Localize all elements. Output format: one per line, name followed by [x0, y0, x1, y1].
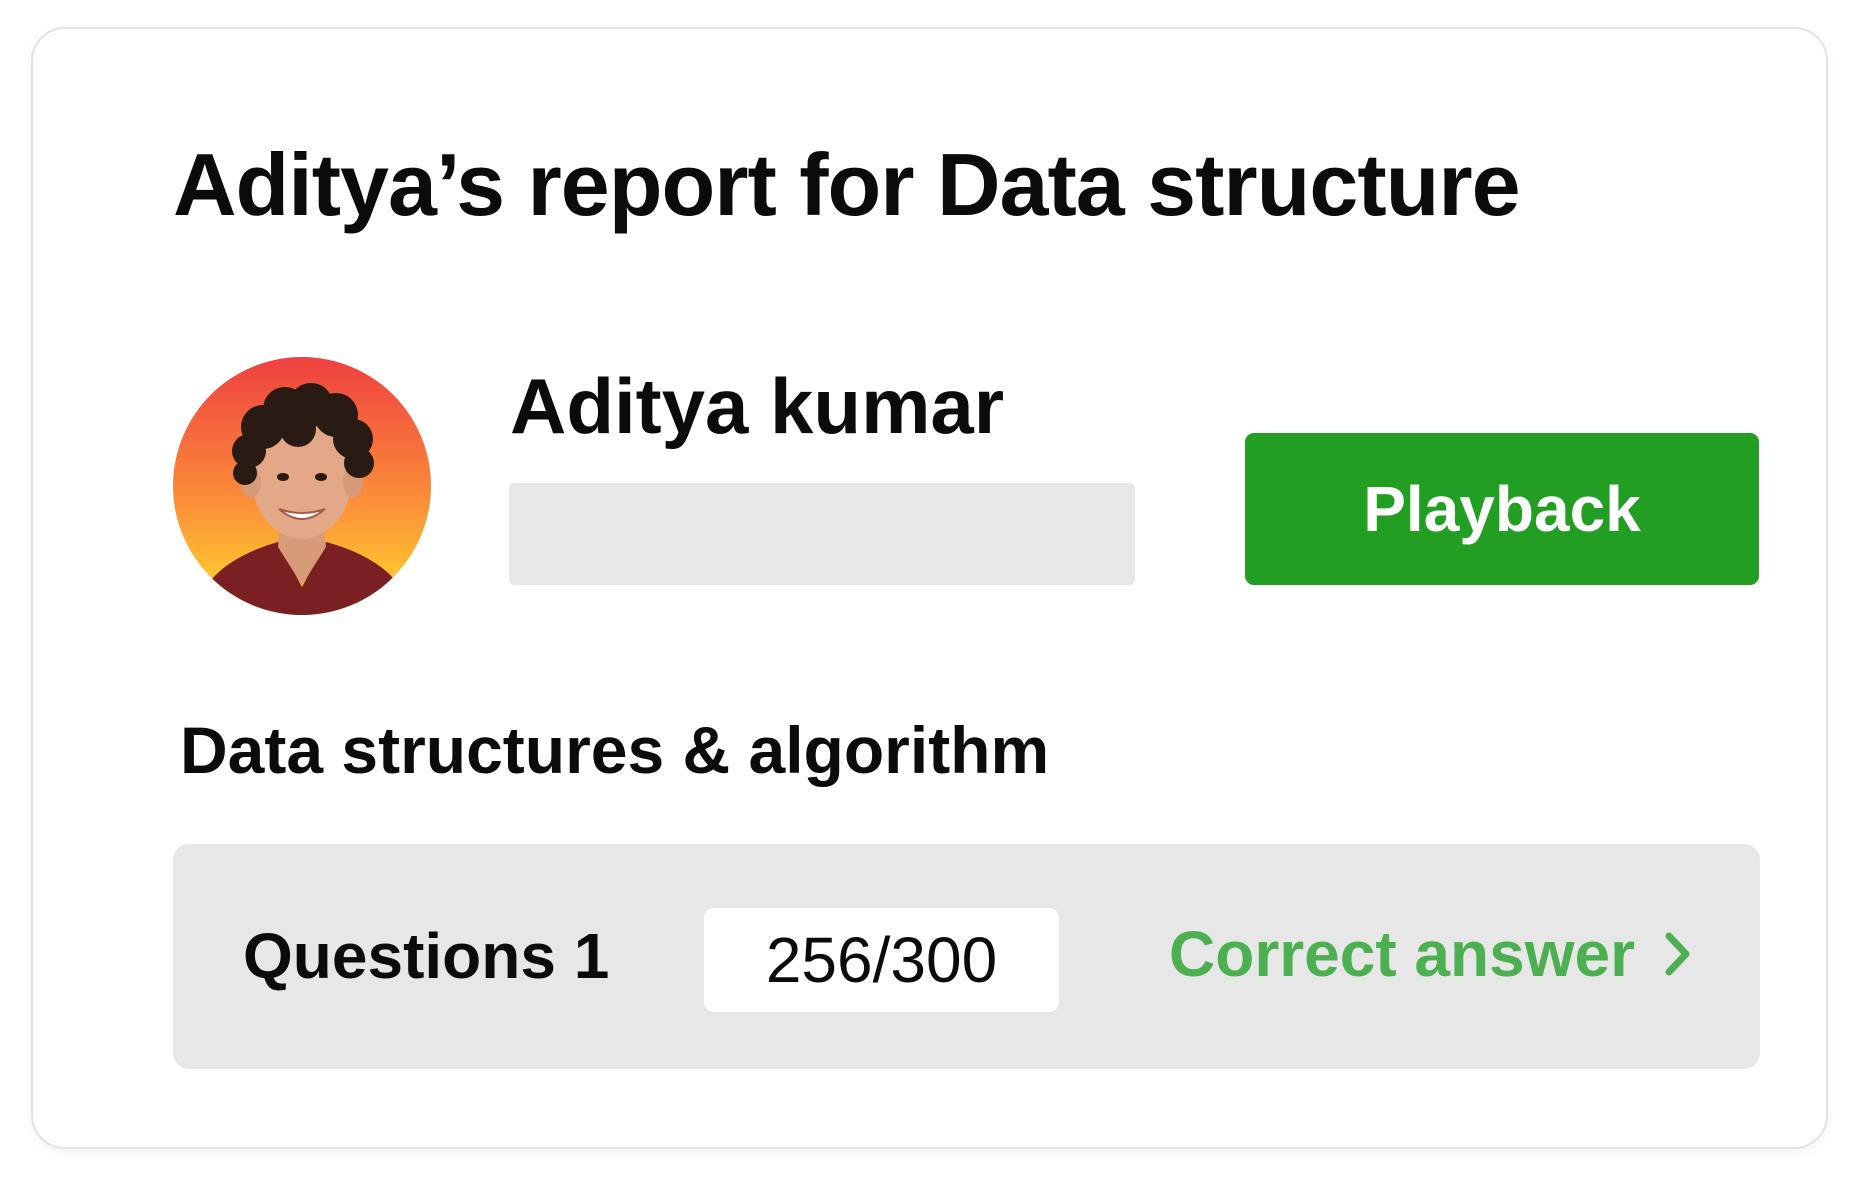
report-card: Aditya’s report for Data structure Adity… — [31, 27, 1828, 1149]
correct-answer-label: Correct answer — [1169, 918, 1635, 990]
avatar — [173, 357, 431, 615]
user-subtitle-placeholder — [509, 483, 1135, 585]
user-name: Aditya kumar — [510, 362, 1005, 450]
avatar-photo-icon — [173, 357, 431, 615]
score-value: 256/300 — [704, 908, 1059, 1012]
chevron-right-icon — [1665, 922, 1691, 986]
question-row: Questions 1 256/300 Correct answer — [173, 844, 1760, 1069]
playback-button[interactable]: Playback — [1245, 433, 1759, 585]
section-title: Data structures & algorithm — [180, 713, 1050, 787]
question-label: Questions 1 — [243, 920, 610, 992]
correct-answer-link[interactable]: Correct answer — [1169, 922, 1691, 986]
page-title: Aditya’s report for Data structure — [173, 135, 1521, 234]
